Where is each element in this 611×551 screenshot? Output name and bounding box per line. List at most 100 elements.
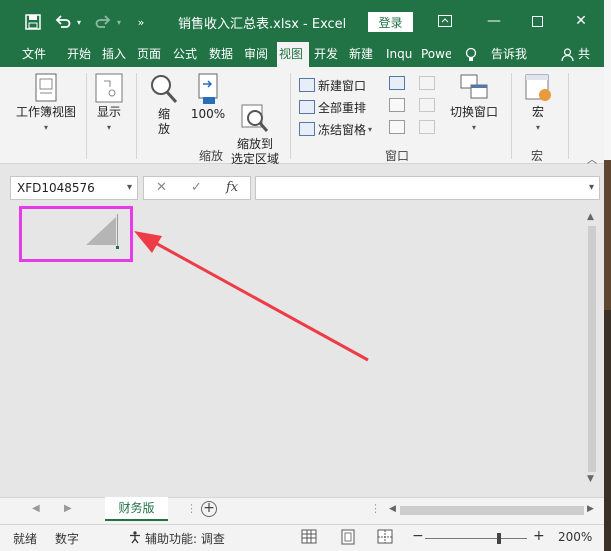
tab-view[interactable]: 视图: [277, 42, 309, 67]
enter-icon[interactable]: ✓: [191, 180, 202, 195]
undo-icon[interactable]: [52, 12, 74, 32]
title-bar: ▾ ▾ » 销售收入汇总表.xlsx - Excel 登录 — ✕: [0, 0, 604, 42]
page-layout-view-icon[interactable]: [338, 529, 362, 547]
zoom-to-selection-label: 缩放到 选定区域: [230, 137, 279, 166]
redo-dropdown-icon: ▾: [116, 17, 121, 27]
customize-qat-icon[interactable]: »: [134, 12, 148, 32]
desktop-background-top: [604, 0, 611, 160]
vertical-scroll-thumb[interactable]: [588, 226, 596, 472]
login-button[interactable]: 登录: [368, 12, 413, 32]
zoom-button[interactable]: 缩放: [146, 73, 182, 137]
tab-share[interactable]: 共: [578, 42, 602, 67]
minimize-button[interactable]: —: [479, 8, 509, 34]
freeze-panes-icon: [299, 122, 315, 136]
chevron-down-icon: ▾: [106, 123, 111, 132]
arrange-all-icon: [299, 100, 315, 114]
zoom-slider[interactable]: [425, 538, 527, 539]
ribbon-divider: [136, 73, 137, 159]
new-window-label: 新建窗口: [318, 78, 367, 93]
status-numlock: 数字: [55, 532, 80, 546]
workbook-views-button[interactable]: 工作簿视图 ▾: [8, 73, 84, 135]
tab-formulas[interactable]: 公式: [173, 42, 201, 67]
prev-sheet-icon[interactable]: ◀: [32, 503, 40, 514]
tab-data[interactable]: 数据: [209, 42, 237, 67]
unhide-window-icon[interactable]: [389, 120, 405, 134]
accessibility-icon[interactable]: [128, 530, 142, 545]
annotation-highlight-box: [19, 206, 133, 262]
chevron-down-icon: ▾: [535, 123, 540, 132]
chevron-down-icon: ▾: [471, 123, 476, 132]
scroll-right-icon[interactable]: ▶: [587, 504, 594, 514]
undo-dropdown-icon[interactable]: ▾: [74, 12, 84, 32]
tab-file[interactable]: 文件: [22, 42, 50, 67]
show-label: 显示: [96, 105, 121, 119]
formula-buttons: ✕ ✓ fx: [143, 176, 251, 200]
lightbulb-icon[interactable]: [465, 42, 479, 67]
zoom-label-text: 缩放: [157, 107, 170, 136]
window-group-label: 窗口: [385, 149, 410, 163]
sheet-tab-menu-icon[interactable]: ⋮: [186, 502, 197, 515]
page-break-view-icon[interactable]: [375, 529, 399, 547]
zoom-slider-thumb[interactable]: [497, 533, 501, 544]
freeze-panes-button[interactable]: 冻结窗格 ▾: [299, 119, 372, 139]
save-icon[interactable]: [22, 12, 44, 32]
tab-split-handle[interactable]: ⋮: [370, 502, 381, 515]
status-ready: 就绪: [13, 532, 38, 546]
ribbon-tab-bar: 文件 开始 插入 页面 公式 数据 审阅 视图 开发 新建 Inqu Powe …: [0, 42, 604, 67]
switch-windows-button[interactable]: 切换窗口 ▾: [446, 73, 502, 135]
desktop-background: [604, 0, 611, 551]
tab-power[interactable]: Powe: [421, 42, 451, 67]
scroll-up-icon[interactable]: ▲: [587, 212, 594, 222]
horizontal-scrollbar[interactable]: ◀ ▶: [386, 502, 600, 518]
split-icon[interactable]: [389, 76, 405, 90]
hide-window-icon[interactable]: [389, 98, 405, 112]
insert-function-icon[interactable]: fx: [226, 180, 238, 195]
arrange-all-button[interactable]: 全部重排: [299, 97, 366, 117]
share-user-icon[interactable]: [561, 42, 575, 67]
close-button[interactable]: ✕: [566, 8, 596, 34]
sheet-tab[interactable]: 财务版: [105, 497, 168, 521]
ribbon-display-options-icon[interactable]: [430, 8, 460, 34]
switch-windows-label: 切换窗口: [449, 105, 498, 119]
cancel-icon[interactable]: ✕: [156, 180, 167, 195]
zoom-level[interactable]: 200%: [558, 530, 592, 544]
scroll-down-icon[interactable]: ▼: [587, 474, 594, 484]
zoom-in-button[interactable]: +: [533, 528, 545, 544]
status-bar: 就绪 数字 辅助功能: 调查 − + 200%: [0, 524, 604, 551]
macros-group-label: 宏: [531, 149, 544, 163]
normal-view-icon[interactable]: [299, 529, 323, 547]
show-button[interactable]: 显示 ▾: [90, 73, 128, 135]
macros-icon: [523, 73, 553, 103]
expand-formula-bar-icon[interactable]: ▾: [589, 182, 594, 193]
desktop-background-bottom: [604, 310, 611, 551]
new-window-button[interactable]: 新建窗口: [299, 75, 366, 95]
workbook-views-label: 工作簿视图: [15, 105, 76, 119]
tab-developer[interactable]: 开发: [314, 42, 342, 67]
new-window-icon: [299, 78, 315, 92]
tab-review[interactable]: 审阅: [244, 42, 272, 67]
scroll-left-icon[interactable]: ◀: [389, 504, 396, 514]
zoom-100-icon: [194, 73, 222, 105]
macros-button[interactable]: 宏 ▾: [518, 73, 558, 135]
vertical-scrollbar[interactable]: ▲ ▼: [584, 206, 600, 497]
arrange-all-label: 全部重排: [318, 100, 367, 115]
switch-windows-icon: [459, 73, 489, 103]
tab-page-layout[interactable]: 页面: [137, 42, 165, 67]
add-sheet-icon[interactable]: +: [201, 501, 217, 517]
chevron-down-icon[interactable]: ▾: [127, 182, 132, 193]
tab-new[interactable]: 新建: [349, 42, 379, 67]
horizontal-scroll-thumb[interactable]: [400, 506, 584, 515]
zoom-100-button[interactable]: 100%: [188, 73, 228, 122]
tell-me-search[interactable]: 告诉我: [491, 42, 531, 67]
ribbon-divider: [86, 73, 87, 159]
zoom-out-button[interactable]: −: [412, 528, 424, 544]
tab-home[interactable]: 开始: [67, 42, 95, 67]
maximize-button[interactable]: [522, 8, 552, 34]
status-accessibility[interactable]: 辅助功能: 调查: [145, 530, 225, 547]
name-box[interactable]: XFD1048576 ▾: [10, 176, 138, 200]
tab-inquire[interactable]: Inqu: [386, 42, 416, 67]
redo-icon: [92, 12, 114, 32]
next-sheet-icon[interactable]: ▶: [64, 503, 72, 514]
formula-input[interactable]: ▾: [255, 176, 600, 200]
tab-insert[interactable]: 插入: [102, 42, 130, 67]
